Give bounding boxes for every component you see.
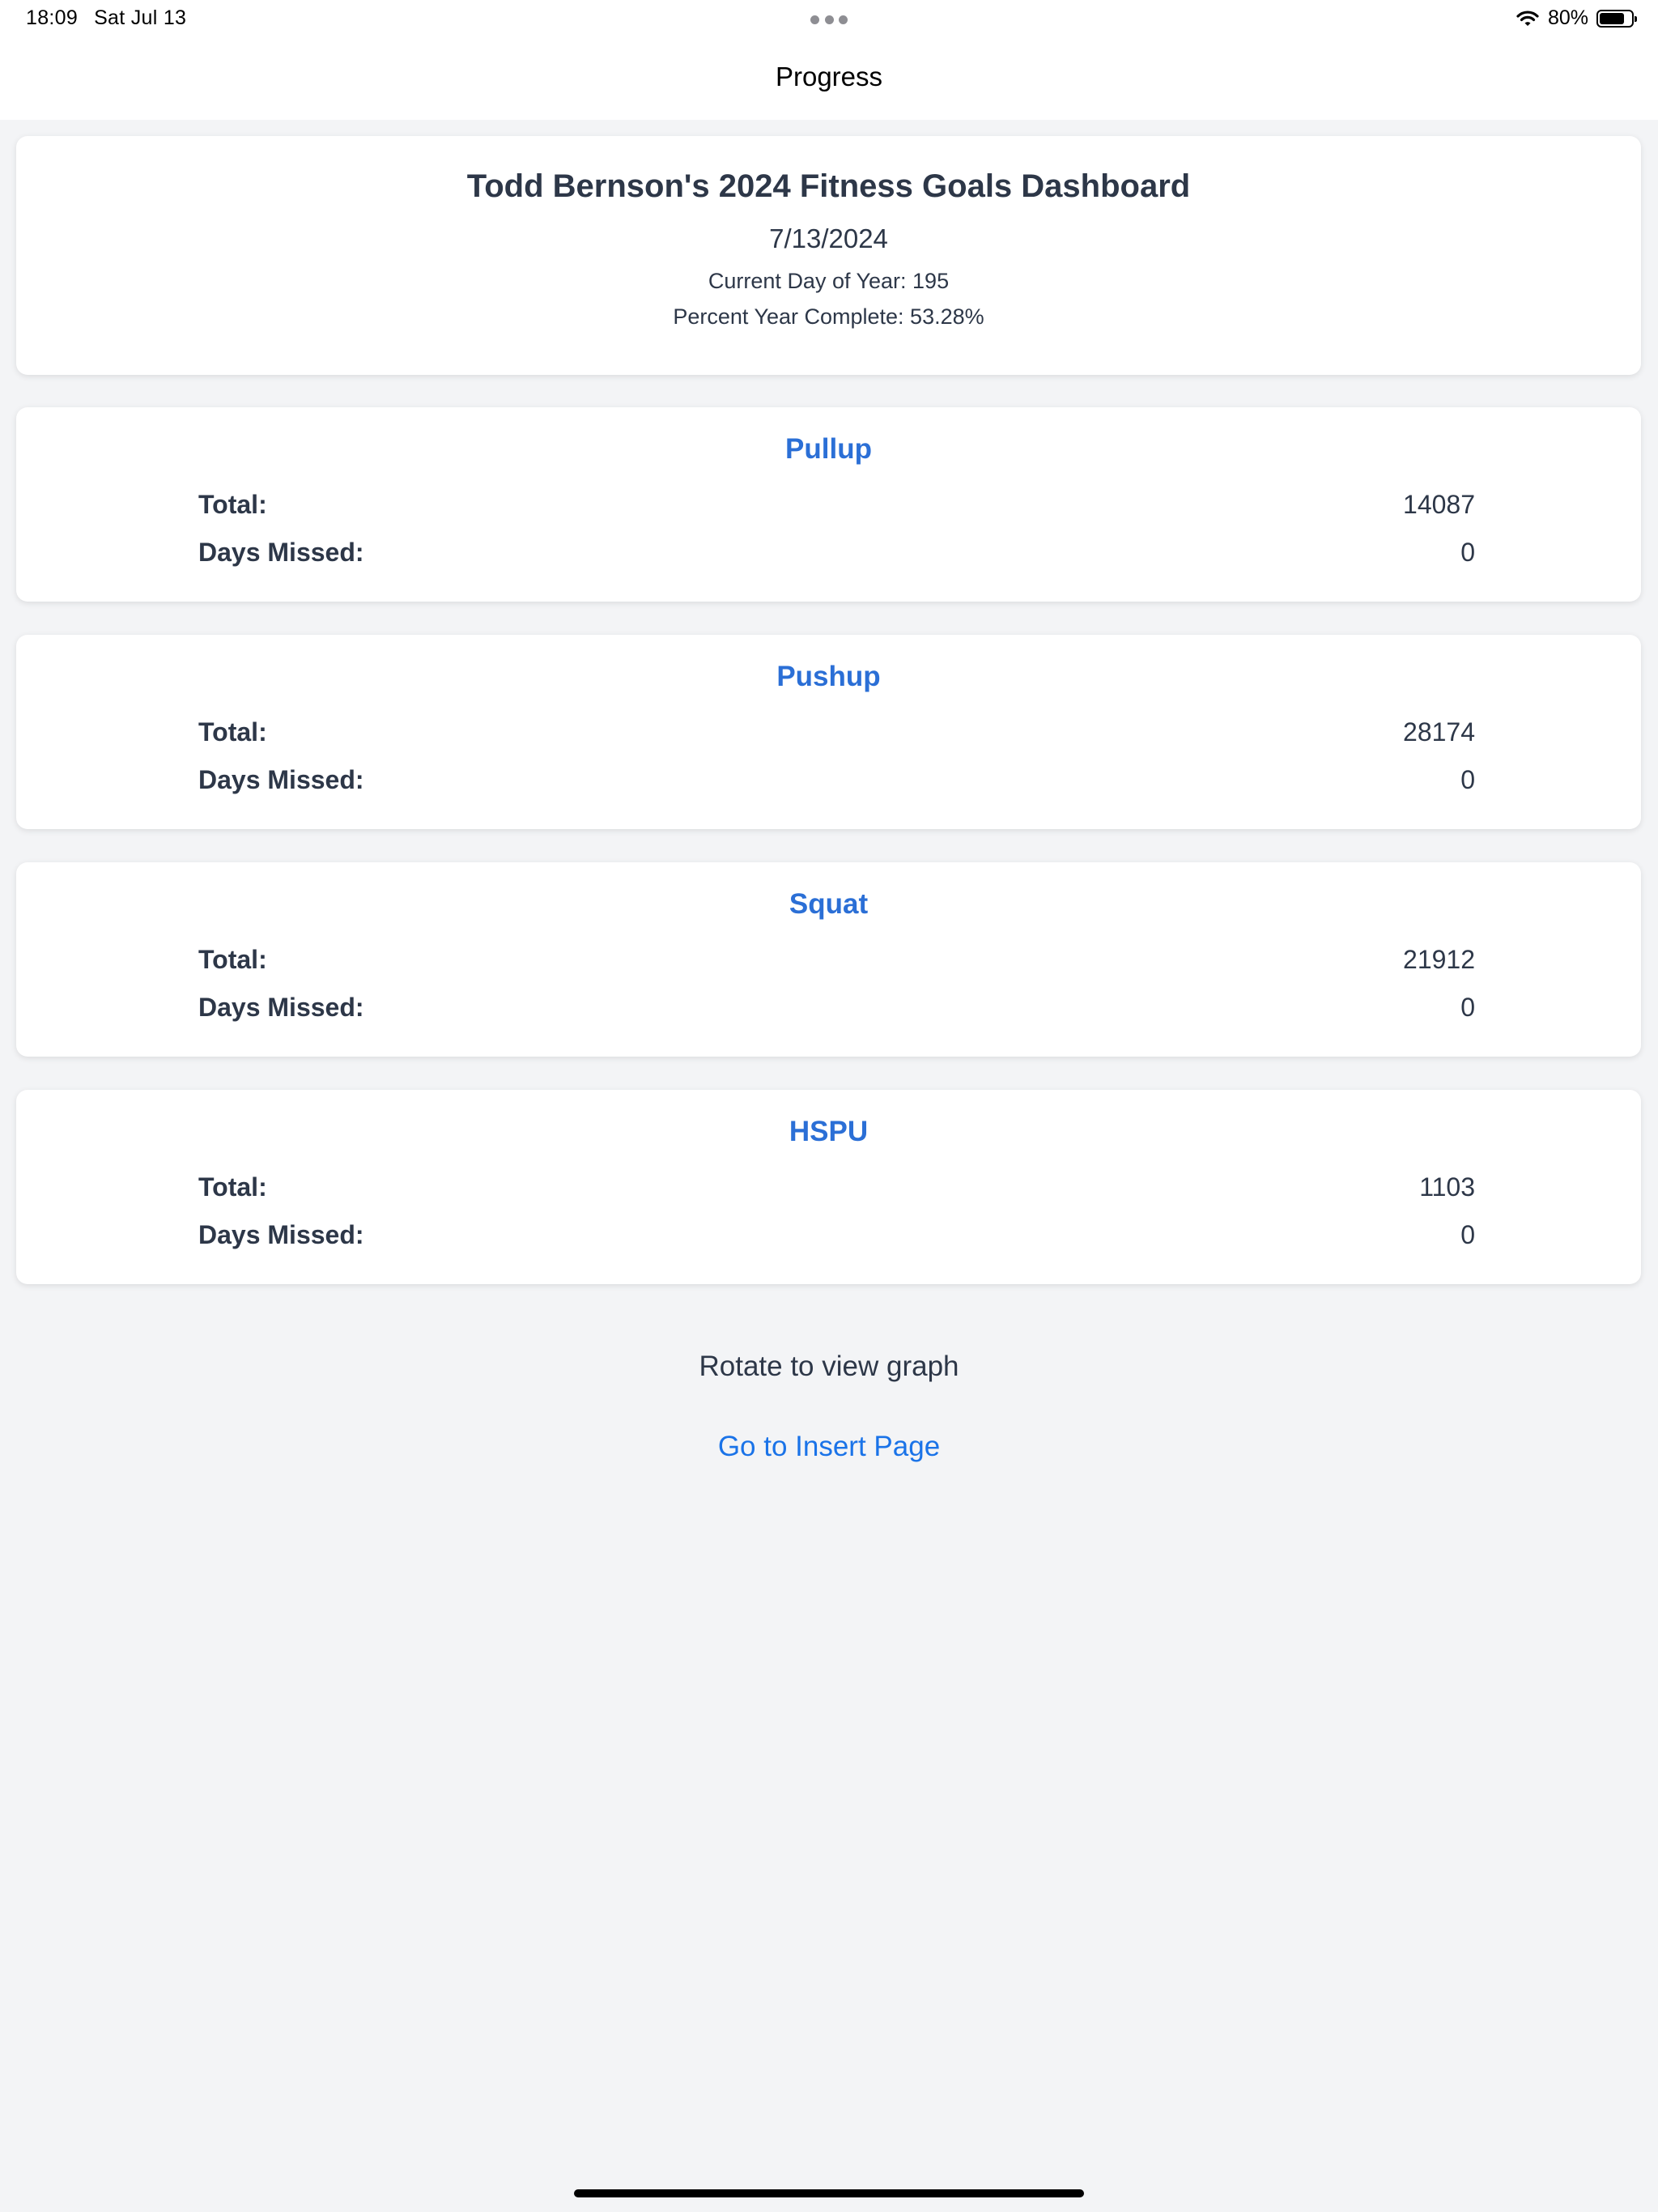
exercise-card-hspu: HSPU Total: 1103 Days Missed: 0 [16, 1090, 1641, 1284]
status-clock: 18:09 Sat Jul 13 [26, 6, 186, 30]
multitasking-dots-icon[interactable] [810, 15, 848, 24]
total-value: 14087 [1403, 490, 1475, 519]
exercise-card-squat: Squat Total: 21912 Days Missed: 0 [16, 862, 1641, 1057]
days-missed-label: Days Missed: [198, 1220, 364, 1249]
dashboard-date: 7/13/2024 [769, 223, 888, 253]
insert-page-link-row: Go to Insert Page [0, 1431, 1658, 1463]
days-missed-label: Days Missed: [198, 765, 364, 794]
status-date: Sat Jul 13 [94, 6, 187, 29]
wifi-icon [1516, 10, 1539, 26]
days-missed-row: Days Missed: 0 [198, 993, 1475, 1023]
days-missed-label: Days Missed: [198, 993, 364, 1022]
days-missed-value: 0 [1460, 765, 1475, 794]
total-label: Total: [198, 717, 267, 747]
days-missed-row: Days Missed: 0 [198, 1220, 1475, 1250]
total-row: Total: 1103 [198, 1172, 1475, 1202]
total-value: 28174 [1403, 717, 1475, 747]
total-row: Total: 21912 [198, 945, 1475, 975]
total-row: Total: 14087 [198, 490, 1475, 520]
day-of-year: Current Day of Year: 195 [708, 269, 950, 293]
battery-icon [1596, 9, 1637, 28]
days-missed-row: Days Missed: 0 [198, 538, 1475, 568]
rotate-hint: Rotate to view graph [699, 1351, 959, 1382]
exercise-name: Squat [789, 888, 869, 920]
top-bar: 18:09 Sat Jul 13 80% Progress [0, 0, 1658, 120]
exercise-name: Pullup [785, 433, 872, 465]
total-value: 21912 [1403, 945, 1475, 974]
dashboard-title: Todd Bernson's 2024 Fitness Goals Dashbo… [466, 168, 1191, 204]
battery-fill [1600, 12, 1625, 24]
dot [810, 15, 819, 24]
dashboard-header-card: Todd Bernson's 2024 Fitness Goals Dashbo… [16, 136, 1641, 375]
days-missed-value: 0 [1460, 1220, 1475, 1249]
home-indicator[interactable] [574, 2189, 1084, 2197]
exercise-name: HSPU [789, 1116, 869, 1147]
total-label: Total: [198, 945, 267, 974]
exercise-card-pushup: Pushup Total: 28174 Days Missed: 0 [16, 635, 1641, 829]
exercise-card-pullup: Pullup Total: 14087 Days Missed: 0 [16, 407, 1641, 602]
total-label: Total: [198, 1172, 267, 1202]
total-row: Total: 28174 [198, 717, 1475, 747]
exercise-name: Pushup [776, 661, 881, 692]
dot [824, 15, 834, 24]
total-label: Total: [198, 490, 267, 519]
battery-percent: 80% [1547, 6, 1588, 29]
days-missed-label: Days Missed: [198, 538, 364, 567]
status-indicators: 80% [1516, 6, 1637, 30]
days-missed-row: Days Missed: 0 [198, 765, 1475, 795]
status-time: 18:09 [26, 6, 79, 29]
days-missed-value: 0 [1460, 993, 1475, 1022]
go-to-insert-page-link[interactable]: Go to Insert Page [718, 1431, 940, 1462]
total-value: 1103 [1419, 1172, 1475, 1202]
dot [839, 15, 848, 24]
days-missed-value: 0 [1460, 538, 1475, 567]
percent-year-complete: Percent Year Complete: 53.28% [673, 304, 984, 329]
page-title: Progress [775, 62, 883, 91]
